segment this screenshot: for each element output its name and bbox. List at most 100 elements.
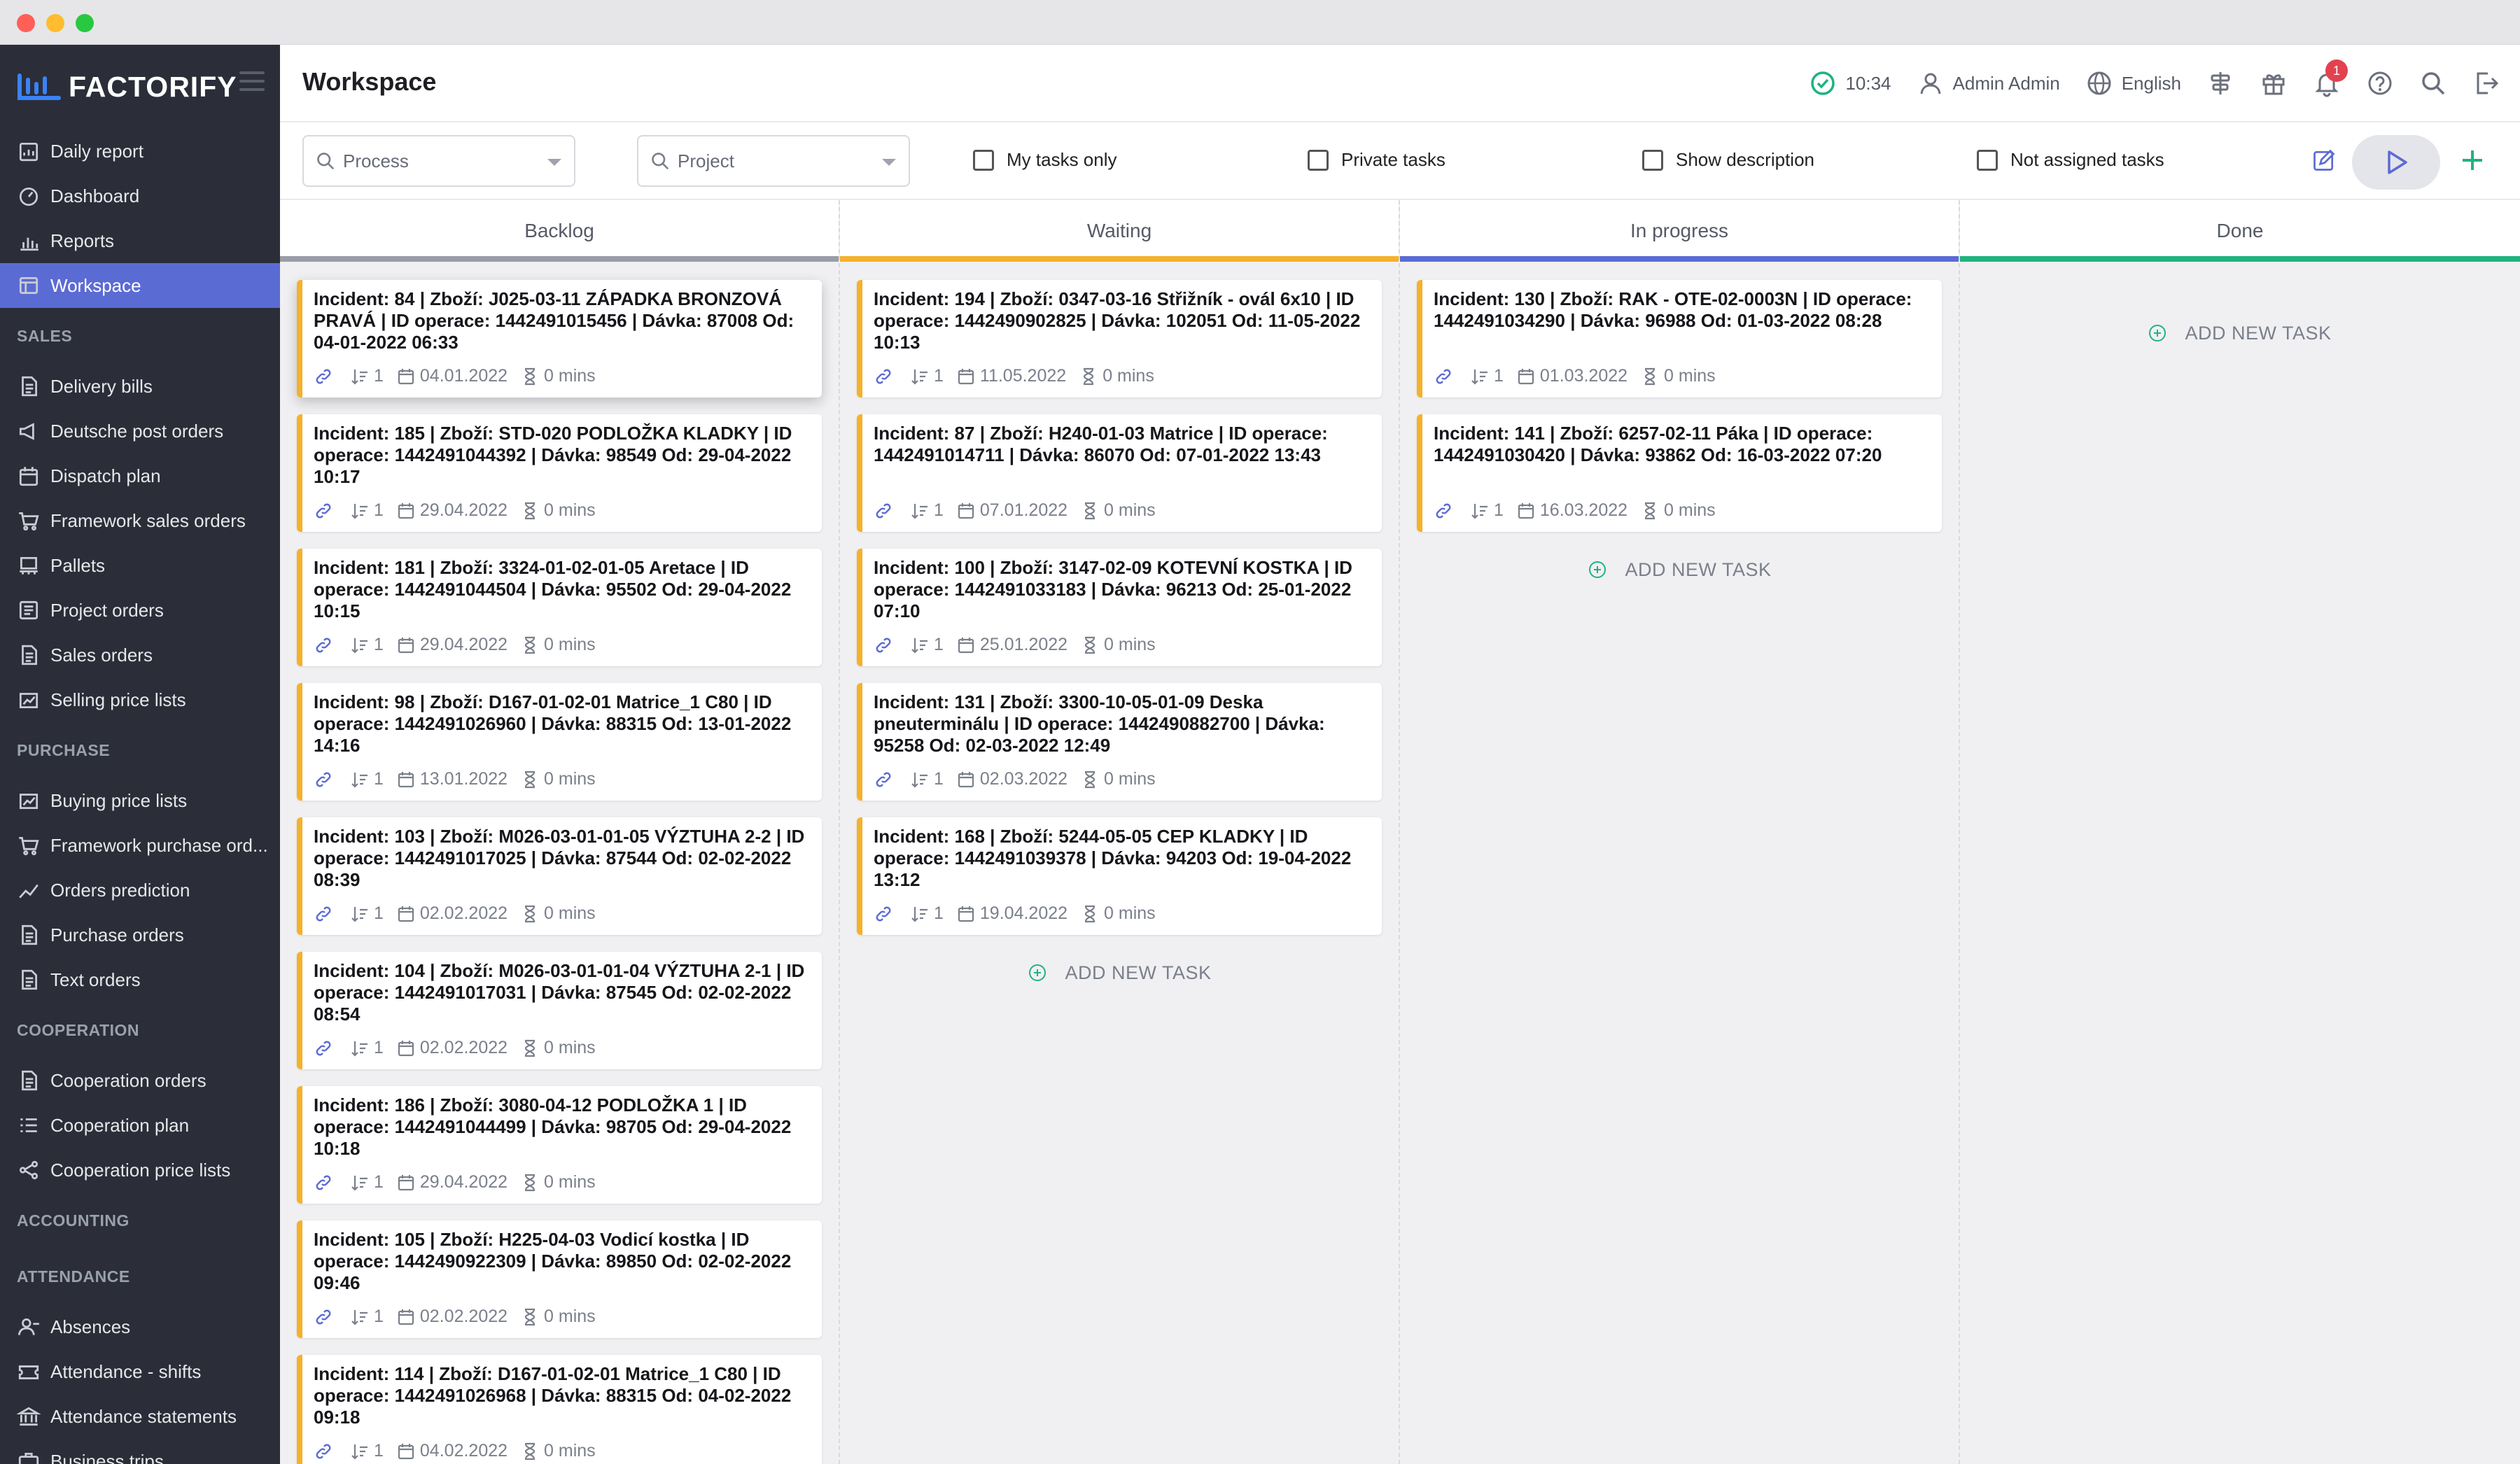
notifications-button[interactable]: 1 bbox=[2313, 59, 2348, 97]
sidebar-item-selling-price-lists[interactable]: Selling price lists bbox=[0, 677, 280, 722]
task-link[interactable] bbox=[314, 1442, 337, 1461]
task-link[interactable] bbox=[314, 1173, 337, 1192]
process-filter-select[interactable]: Process bbox=[302, 135, 575, 187]
task-link[interactable] bbox=[314, 367, 337, 386]
not-assigned-tasks-checkbox[interactable]: Not assigned tasks bbox=[1977, 149, 2164, 171]
sidebar-item-label: Business trips bbox=[50, 1450, 164, 1464]
sidebar-item-project-orders[interactable]: Project orders bbox=[0, 588, 280, 633]
sidebar-item-daily-report[interactable]: Daily report bbox=[0, 129, 280, 174]
sort-button[interactable] bbox=[2206, 69, 2234, 97]
column-title: In progress bbox=[1630, 220, 1729, 241]
sidebar-item-cooperation-orders[interactable]: Cooperation orders bbox=[0, 1058, 280, 1103]
duration-value: 0 mins bbox=[1104, 500, 1156, 520]
task-date: 02.02.2022 bbox=[396, 1038, 507, 1058]
add-new-task-button[interactable]: ADD NEW TASK bbox=[857, 952, 1382, 994]
zoom-window-button[interactable] bbox=[76, 14, 94, 32]
close-window-button[interactable] bbox=[17, 14, 35, 32]
sidebar-item-framework-purchase-ord[interactable]: Framework purchase ord... bbox=[0, 823, 280, 868]
task-card[interactable]: Incident: 141 | Zboží: 6257-02-11 Páka |… bbox=[1417, 414, 1942, 532]
date-value: 02.02.2022 bbox=[419, 1038, 508, 1057]
sidebar-item-delivery-bills[interactable]: Delivery bills bbox=[0, 364, 280, 409]
sidebar-item-cooperation-plan[interactable]: Cooperation plan bbox=[0, 1103, 280, 1148]
sidebar-item-pallets[interactable]: Pallets bbox=[0, 543, 280, 588]
task-card[interactable]: Incident: 168 | Zboží: 5244-05-05 CEP KL… bbox=[857, 817, 1382, 935]
help-button[interactable] bbox=[2366, 69, 2394, 97]
task-link[interactable] bbox=[874, 904, 897, 924]
sidebar-item-buying-price-lists[interactable]: Buying price lists bbox=[0, 778, 280, 823]
task-link[interactable] bbox=[1434, 501, 1457, 521]
add-new-task-button[interactable]: ADD NEW TASK bbox=[1977, 312, 2502, 354]
task-link[interactable] bbox=[314, 1307, 337, 1327]
play-button[interactable] bbox=[2352, 135, 2440, 190]
task-link[interactable] bbox=[314, 1039, 337, 1058]
sidebar-item-dashboard[interactable]: Dashboard bbox=[0, 174, 280, 218]
checkbox-box[interactable] bbox=[1977, 149, 1998, 171]
sidebar-item-label: Absences bbox=[50, 1316, 131, 1337]
task-card[interactable]: Incident: 98 | Zboží: D167-01-02-01 Matr… bbox=[297, 683, 822, 801]
sidebar-item-cooperation-price-lists[interactable]: Cooperation price lists bbox=[0, 1148, 280, 1192]
task-title: Incident: 181 | Zboží: 3324-01-02-01-05 … bbox=[314, 557, 792, 621]
date-value: 02.02.2022 bbox=[419, 903, 508, 923]
task-card[interactable]: Incident: 185 | Zboží: STD-020 PODLOŽKA … bbox=[297, 414, 822, 532]
sidebar-item-attendance-shifts[interactable]: Attendance - shifts bbox=[0, 1349, 280, 1394]
task-card[interactable]: Incident: 114 | Zboží: D167-01-02-01 Mat… bbox=[297, 1355, 822, 1464]
task-card[interactable]: Incident: 181 | Zboží: 3324-01-02-01-05 … bbox=[297, 549, 822, 666]
sidebar-item-orders-prediction[interactable]: Orders prediction bbox=[0, 868, 280, 913]
task-card[interactable]: Incident: 103 | Zboží: M026-03-01-01-05 … bbox=[297, 817, 822, 935]
task-link[interactable] bbox=[874, 367, 897, 386]
hamburger-menu-icon[interactable] bbox=[239, 71, 265, 91]
sidebar-item-dispatch-plan[interactable]: Dispatch plan bbox=[0, 453, 280, 498]
checkbox-box[interactable] bbox=[973, 149, 994, 171]
task-card[interactable]: Incident: 130 | Zboží: RAK - OTE-02-0003… bbox=[1417, 280, 1942, 397]
links-count-value: 1 bbox=[374, 500, 384, 520]
task-link[interactable] bbox=[314, 904, 337, 924]
gift-button[interactable] bbox=[2260, 69, 2288, 97]
user-menu[interactable]: Admin Admin bbox=[1917, 69, 2060, 97]
task-card[interactable]: Incident: 105 | Zboží: H225-04-03 Vodicí… bbox=[297, 1220, 822, 1338]
calendar-icon bbox=[958, 368, 974, 384]
sidebar-item-business-trips[interactable]: Business trips bbox=[0, 1439, 280, 1464]
task-link[interactable] bbox=[1434, 367, 1457, 386]
calendar-icon bbox=[19, 467, 38, 486]
task-link[interactable] bbox=[874, 501, 897, 521]
logout-button[interactable] bbox=[2472, 69, 2500, 97]
task-card[interactable]: Incident: 87 | Zboží: H240-01-03 Matrice… bbox=[857, 414, 1382, 532]
task-link[interactable] bbox=[874, 770, 897, 789]
task-card[interactable]: Incident: 100 | Zboží: 3147-02-09 KOTEVN… bbox=[857, 549, 1382, 666]
private-tasks-checkbox[interactable]: Private tasks bbox=[1308, 149, 1446, 171]
add-button[interactable] bbox=[2457, 145, 2488, 176]
link-icon bbox=[316, 1309, 331, 1324]
sidebar-item-reports[interactable]: Reports bbox=[0, 218, 280, 263]
minimize-window-button[interactable] bbox=[46, 14, 64, 32]
sidebar-item-text-orders[interactable]: Text orders bbox=[0, 957, 280, 1002]
search-button[interactable] bbox=[2419, 69, 2447, 97]
show-description-checkbox[interactable]: Show description bbox=[1642, 149, 1814, 171]
sidebar-item-purchase-orders[interactable]: Purchase orders bbox=[0, 913, 280, 957]
task-card[interactable]: Incident: 131 | Zboží: 3300-10-05-01-09 … bbox=[857, 683, 1382, 801]
sidebar-item-attendance-statements[interactable]: Attendance statements bbox=[0, 1394, 280, 1439]
task-link[interactable] bbox=[874, 635, 897, 655]
sidebar-item-deutsche-post-orders[interactable]: Deutsche post orders bbox=[0, 409, 280, 453]
edit-button[interactable] bbox=[2309, 145, 2339, 176]
project-filter-select[interactable]: Project bbox=[637, 135, 910, 187]
sidebar-item-absences[interactable]: Absences bbox=[0, 1304, 280, 1349]
task-link[interactable] bbox=[314, 635, 337, 655]
task-card[interactable]: Incident: 104 | Zboží: M026-03-01-01-04 … bbox=[297, 952, 822, 1069]
sidebar-item-framework-sales-orders[interactable]: Framework sales orders bbox=[0, 498, 280, 543]
checkbox-box[interactable] bbox=[1642, 149, 1663, 171]
task-link[interactable] bbox=[314, 501, 337, 521]
task-card[interactable]: Incident: 84 | Zboží: J025-03-11 ZÁPADKA… bbox=[297, 280, 822, 397]
sidebar-item-workspace[interactable]: Workspace bbox=[0, 263, 280, 308]
sidebar-item-label: Reports bbox=[50, 230, 115, 251]
sidebar-item-sales-orders[interactable]: Sales orders bbox=[0, 633, 280, 677]
add-new-task-button[interactable]: ADD NEW TASK bbox=[1417, 549, 1942, 591]
checkbox-box[interactable] bbox=[1308, 149, 1329, 171]
my-tasks-only-checkbox[interactable]: My tasks only bbox=[973, 149, 1117, 171]
factorify-logo[interactable]: FACTORIFY bbox=[17, 66, 237, 108]
duration-value: 0 mins bbox=[1664, 366, 1716, 386]
task-link[interactable] bbox=[314, 770, 337, 789]
language-selector[interactable]: English bbox=[2085, 69, 2181, 97]
task-title: Incident: 130 | Zboží: RAK - OTE-02-0003… bbox=[1434, 288, 1912, 331]
task-card[interactable]: Incident: 186 | Zboží: 3080-04-12 PODLOŽ… bbox=[297, 1086, 822, 1204]
task-card[interactable]: Incident: 194 | Zboží: 0347-03-16 Střižn… bbox=[857, 280, 1382, 397]
